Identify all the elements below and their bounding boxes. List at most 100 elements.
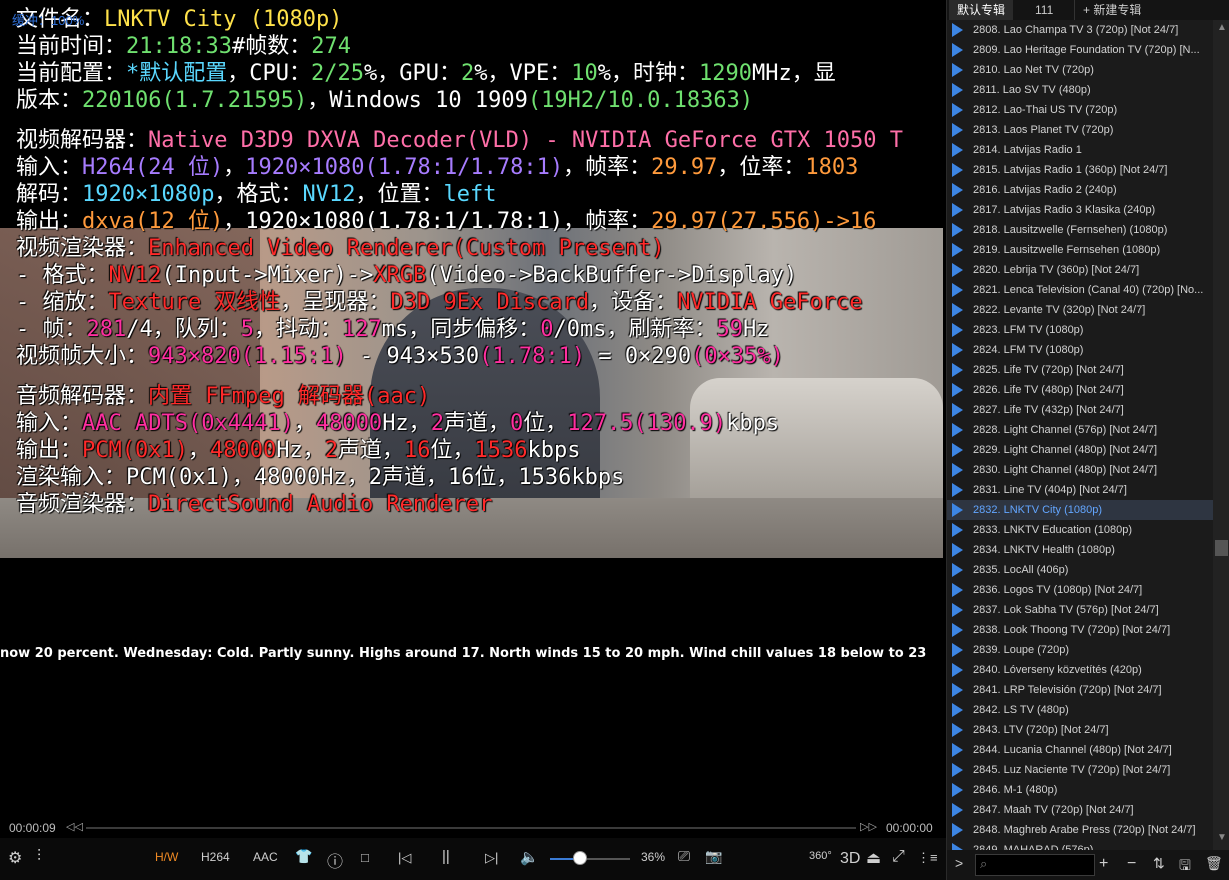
playlist-search-input[interactable]: ⌕	[975, 854, 1095, 876]
playlist-item[interactable]: 2849. MAHARAD (576p)	[947, 840, 1213, 850]
save-icon[interactable]: 🖫	[1179, 855, 1191, 879]
add-icon[interactable]: +	[1099, 855, 1108, 873]
playlist-item[interactable]: 2829. Light Channel (480p) [Not 24/7]	[947, 440, 1213, 460]
tab-default-album[interactable]: 默认专辑	[949, 0, 1014, 20]
playlist-item[interactable]: 2826. Life TV (480p) [Not 24/7]	[947, 380, 1213, 400]
playlist-item[interactable]: 2818. Lausitzwelle (Fernsehen) (1080p)	[947, 220, 1213, 240]
osd-label: %，时钟：	[597, 61, 699, 86]
osd-label: 视频解码器：	[16, 128, 149, 153]
playlist-toggle-icon[interactable]: ⋮≡	[917, 850, 938, 866]
playlist-item[interactable]: 2842. LS TV (480p)	[947, 700, 1213, 720]
playlist-item-active[interactable]: 2832. LNKTV City (1080p)	[947, 500, 1213, 520]
playlist-item[interactable]: 2816. Latvijas Radio 2 (240p)	[947, 180, 1213, 200]
camera-icon[interactable]: 📷	[705, 848, 722, 865]
settings-gear-icon[interactable]: ⚙	[8, 848, 22, 868]
skin-shirt-icon[interactable]: 👕	[295, 848, 312, 865]
rewind-icon[interactable]: ◁◁	[66, 820, 83, 833]
playlist-item[interactable]: 2833. LNKTV Education (1080p)	[947, 520, 1213, 540]
scroll-down-icon[interactable]: ▼	[1217, 832, 1227, 843]
osd-frame-ar2: (1.78:1)	[479, 344, 586, 369]
audio-codec-button[interactable]: AAC	[253, 850, 278, 864]
scrollbar-thumb[interactable]	[1215, 540, 1228, 556]
video-codec-button[interactable]: H264	[201, 850, 230, 864]
pause-icon[interactable]: ||	[442, 848, 450, 865]
playlist-item[interactable]: 2841. LRP Televisión (720p) [Not 24/7]	[947, 680, 1213, 700]
expand-chevron-icon[interactable]: >	[955, 855, 963, 871]
playlist-item[interactable]: 2811. Lao SV TV (480p)	[947, 80, 1213, 100]
osd-video-bits: (24 位)	[135, 155, 224, 180]
playlist-item[interactable]: 2809. Lao Heritage Foundation TV (720p) …	[947, 40, 1213, 60]
playlist-item[interactable]: 2821. Lenca Television (Canal 40) (720p)…	[947, 280, 1213, 300]
osd-label: 解码：	[16, 182, 83, 207]
playlist-item[interactable]: 2814. Latvijas Radio 1	[947, 140, 1213, 160]
playlist-item[interactable]: 2817. Latvijas Radio 3 Klasika (240p)	[947, 200, 1213, 220]
playlist-item[interactable]: 2847. Maah TV (720p) [Not 24/7]	[947, 800, 1213, 820]
playlist-item-label: 2815. Latvijas Radio 1 (360p) [Not 24/7]	[973, 164, 1168, 176]
play-triangle-icon	[952, 443, 963, 457]
seek-bar[interactable]	[86, 827, 856, 829]
playlist-item[interactable]: 2843. LTV (720p) [Not 24/7]	[947, 720, 1213, 740]
playlist-item[interactable]: 2835. LocAll (406p)	[947, 560, 1213, 580]
playlist-item[interactable]: 2827. Life TV (432p) [Not 24/7]	[947, 400, 1213, 420]
playlist-item[interactable]: 2831. Line TV (404p) [Not 24/7]	[947, 480, 1213, 500]
tab-111[interactable]: 111	[1027, 0, 1061, 20]
playlist-list[interactable]: 2808. Lao Champa TV 3 (720p) [Not 24/7] 2…	[947, 20, 1213, 850]
remove-icon[interactable]: −	[1127, 855, 1136, 873]
playlist-item[interactable]: 2839. Loupe (720p)	[947, 640, 1213, 660]
fullscreen-icon[interactable]: ⤢	[892, 848, 905, 866]
playlist-item[interactable]: 2840. Lóverseny közvetítés (420p)	[947, 660, 1213, 680]
fast-forward-icon[interactable]: ▷▷	[860, 820, 877, 833]
vr360-button[interactable]: 360°	[809, 850, 832, 862]
stop-icon[interactable]: □	[361, 850, 369, 865]
playlist-item-label: 2823. LFM TV (1080p)	[973, 324, 1084, 336]
playlist-item[interactable]: 2825. Life TV (720p) [Not 24/7]	[947, 360, 1213, 380]
playlist-scrollbar[interactable]: ▲ ▼	[1213, 20, 1229, 850]
equalizer-icon[interactable]: ⫶	[37, 848, 41, 866]
playlist-item[interactable]: 2830. Light Channel (480p) [Not 24/7]	[947, 460, 1213, 480]
scroll-up-icon[interactable]: ▲	[1217, 22, 1227, 33]
video-area[interactable]: 文件名：LNKTV City (1080p) 当前时间：21:18:33#帧数：…	[0, 0, 946, 818]
play-triangle-icon	[952, 63, 963, 77]
playlist-item[interactable]: 2822. Levante TV (320p) [Not 24/7]	[947, 300, 1213, 320]
playlist-item[interactable]: 2837. Lok Sabha TV (576p) [Not 24/7]	[947, 600, 1213, 620]
playlist-item[interactable]: 2845. Luz Naciente TV (720p) [Not 24/7]	[947, 760, 1213, 780]
eject-icon[interactable]: ⏏	[866, 848, 881, 868]
playlist-item[interactable]: 2815. Latvijas Radio 1 (360p) [Not 24/7]	[947, 160, 1213, 180]
playlist-item[interactable]: 2813. Laos Planet TV (720p)	[947, 120, 1213, 140]
playlist-item[interactable]: 2808. Lao Champa TV 3 (720p) [Not 24/7]	[947, 20, 1213, 40]
new-album-button[interactable]: + 新建专辑	[1074, 0, 1149, 20]
playlist-item-label: 2840. Lóverseny közvetítés (420p)	[973, 664, 1142, 676]
next-icon[interactable]: ▷|	[485, 850, 498, 866]
volume-icon[interactable]: 🔈	[520, 848, 539, 866]
playlist-item[interactable]: 2824. LFM TV (1080p)	[947, 340, 1213, 360]
delete-icon[interactable]: 🗑	[1205, 855, 1223, 872]
playlist-item[interactable]: 2834. LNKTV Health (1080p)	[947, 540, 1213, 560]
osd-clock-value: 1290	[698, 61, 752, 86]
volume-slider[interactable]	[550, 858, 630, 860]
playlist-item[interactable]: 2828. Light Channel (576p) [Not 24/7]	[947, 420, 1213, 440]
playlist-item[interactable]: 2848. Maghreb Arabe Press (720p) [Not 24…	[947, 820, 1213, 840]
playlist-item[interactable]: 2836. Logos TV (1080p) [Not 24/7]	[947, 580, 1213, 600]
playlist-item[interactable]: 2820. Lebrija TV (360p) [Not 24/7]	[947, 260, 1213, 280]
playlist-item[interactable]: 2823. LFM TV (1080p)	[947, 320, 1213, 340]
sort-icon[interactable]: ⇅	[1153, 855, 1165, 872]
osd-line-audio-input: 输入：AAC ADTS(0x4441)，48000Hz，2声道，0位，127.5…	[16, 410, 942, 437]
playlist-item[interactable]: 2819. Lausitzwelle Fernsehen (1080p)	[947, 240, 1213, 260]
osd-video-renderer: Enhanced Video Renderer(Custom Present)	[148, 236, 665, 261]
capture-icon[interactable]: ⎚	[678, 848, 690, 865]
playlist-item[interactable]: 2810. Lao Net TV (720p)	[947, 60, 1213, 80]
osd-gap	[16, 370, 942, 383]
previous-icon[interactable]: |◁	[398, 850, 411, 866]
playlist-item[interactable]: 2812. Lao-Thai US TV (720p)	[947, 100, 1213, 120]
playlist-item[interactable]: 2844. Lucania Channel (480p) [Not 24/7]	[947, 740, 1213, 760]
playlist-item[interactable]: 2846. M-1 (480p)	[947, 780, 1213, 800]
play-triangle-icon	[952, 483, 963, 497]
info-icon[interactable]: ⓘ	[327, 848, 343, 872]
osd-label: 视频帧大小：	[16, 344, 149, 369]
hw-decode-button[interactable]: H/W	[155, 850, 178, 864]
play-triangle-icon	[952, 183, 963, 197]
volume-slider-handle[interactable]	[572, 851, 587, 865]
playlist-item[interactable]: 2838. Look Thoong TV (720p) [Not 24/7]	[947, 620, 1213, 640]
playlist-item-label: 2819. Lausitzwelle Fernsehen (1080p)	[973, 244, 1161, 256]
3d-button[interactable]: 3D	[840, 850, 860, 868]
